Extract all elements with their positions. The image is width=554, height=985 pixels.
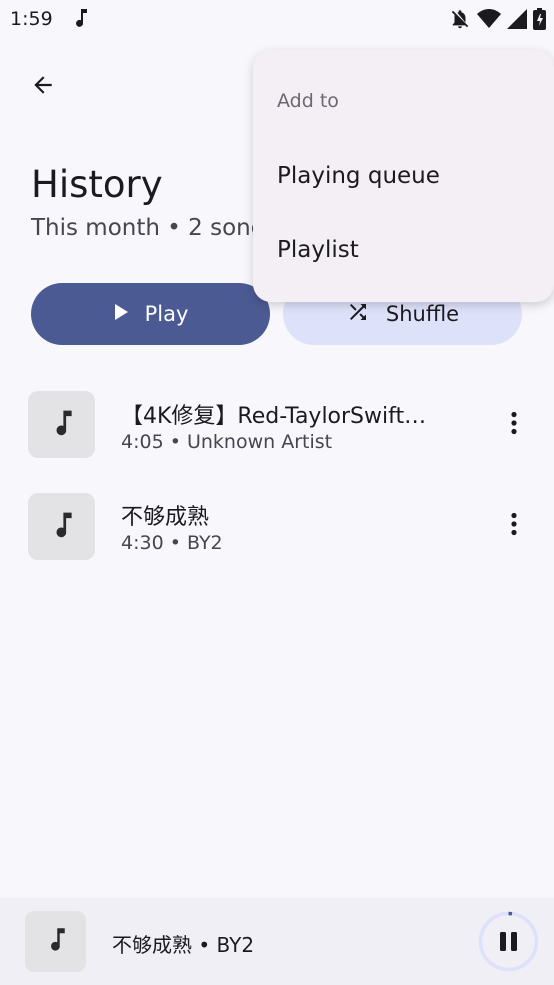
mini-player-artwork (25, 911, 86, 972)
list-item[interactable]: 【4K修复】Red-TaylorSwift… 4:05 • Unknown Ar… (0, 380, 554, 470)
song-title: 【4K修复】Red-TaylorSwift… (121, 404, 427, 429)
arrow-back-icon (30, 72, 56, 102)
menu-item-playlist[interactable]: Playlist (253, 221, 554, 281)
menu-item-playing-queue[interactable]: Playing queue (253, 147, 554, 207)
menu-item-label: Playlist (277, 237, 359, 263)
song-artwork (28, 391, 95, 458)
more-vert-icon (510, 411, 518, 439)
menu-item-label: Playing queue (277, 163, 440, 189)
music-note-icon (46, 926, 66, 957)
play-button-label: Play (144, 302, 189, 326)
play-icon (113, 302, 129, 326)
shuffle-button-label: Shuffle (385, 302, 460, 326)
status-time: 1:59 (10, 8, 53, 30)
battery-icon (533, 8, 546, 34)
mini-player-title: 不够成熟 • BY2 (112, 933, 255, 957)
more-vert-icon (510, 512, 518, 540)
song-meta: 4:30 • BY2 (121, 532, 223, 554)
more-options-button[interactable] (494, 506, 534, 546)
page-title: History (31, 163, 163, 206)
add-to-menu: Add to Playing queue Playlist (253, 50, 554, 302)
music-note-icon (51, 510, 73, 544)
bell-off-icon (449, 8, 471, 34)
wifi-icon (477, 9, 501, 33)
song-meta: 4:05 • Unknown Artist (121, 431, 333, 453)
music-note-icon (72, 8, 88, 32)
pause-button[interactable] (478, 911, 539, 972)
signal-icon (507, 9, 527, 33)
music-note-icon (51, 408, 73, 442)
list-item[interactable]: 不够成熟 4:30 • BY2 (0, 481, 554, 571)
menu-header: Add to (277, 90, 339, 112)
play-button[interactable]: Play (31, 283, 270, 345)
status-icons (449, 8, 546, 34)
page-subtitle: This month • 2 songs (31, 215, 278, 241)
back-button[interactable] (20, 64, 66, 110)
mini-player[interactable]: 不够成熟 • BY2 (0, 898, 554, 985)
pause-icon (478, 911, 539, 972)
song-title: 不够成熟 (121, 505, 210, 530)
status-bar: 1:59 (0, 0, 554, 38)
more-options-button[interactable] (494, 405, 534, 445)
shuffle-icon (346, 300, 370, 329)
song-artwork (28, 493, 95, 560)
